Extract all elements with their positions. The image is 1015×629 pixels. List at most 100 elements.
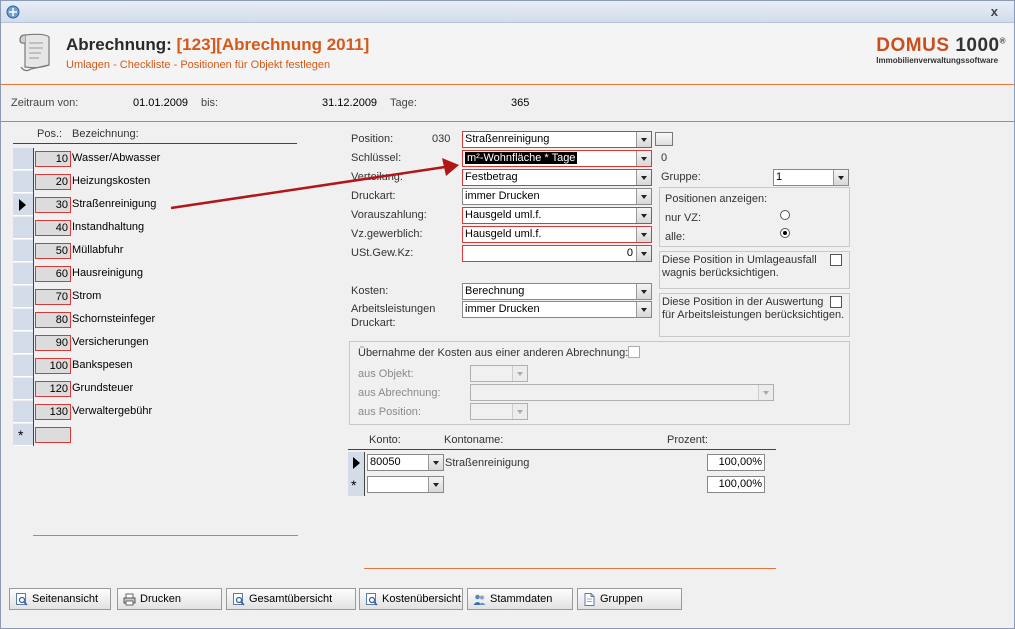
row-bezeichnung[interactable]: Hausreinigung bbox=[72, 267, 143, 279]
row-selector-current[interactable] bbox=[13, 194, 33, 216]
kostenuebersicht-button[interactable]: Kostenübersicht bbox=[359, 588, 463, 610]
row-bezeichnung[interactable]: Schornsteinfeger bbox=[72, 313, 155, 325]
row-bezeichnung[interactable]: Instandhaltung bbox=[72, 221, 144, 233]
table-row[interactable]: 120 Grundsteuer bbox=[13, 378, 297, 400]
table-row[interactable]: 50 Müllabfuhr bbox=[13, 240, 297, 262]
row-selector[interactable] bbox=[13, 355, 33, 377]
arbeitsleistungen-select[interactable]: immer Drucken bbox=[462, 301, 652, 318]
row-selector[interactable] bbox=[13, 263, 33, 285]
umlage-checkbox[interactable] bbox=[830, 254, 842, 266]
table-row[interactable]: 80 Schornsteinfeger bbox=[13, 309, 297, 331]
row-pos[interactable]: 40 bbox=[35, 220, 71, 236]
chevron-down-icon[interactable] bbox=[636, 302, 651, 317]
aus-position-select[interactable] bbox=[470, 403, 528, 420]
chevron-down-icon[interactable] bbox=[636, 227, 651, 242]
row-pos[interactable]: 120 bbox=[35, 381, 71, 397]
chevron-down-icon[interactable] bbox=[758, 385, 773, 400]
chevron-down-icon[interactable] bbox=[636, 246, 651, 261]
row-pos[interactable]: 100 bbox=[35, 358, 71, 374]
drucken-button[interactable]: Drucken bbox=[117, 588, 222, 610]
chevron-down-icon[interactable] bbox=[636, 151, 651, 166]
header: Abrechnung: [123][Abrechnung 2011] Umlag… bbox=[1, 23, 1014, 83]
row-pos[interactable]: 90 bbox=[35, 335, 71, 351]
table-row[interactable]: 60 Hausreinigung bbox=[13, 263, 297, 285]
row-bezeichnung[interactable]: Grundsteuer bbox=[72, 382, 133, 394]
auswertung-checkbox[interactable] bbox=[830, 296, 842, 308]
kosten-select[interactable]: Berechnung bbox=[462, 283, 652, 300]
nur-vz-radio[interactable] bbox=[780, 210, 790, 220]
row-bezeichnung[interactable]: Bankspesen bbox=[72, 359, 133, 371]
row-pos[interactable]: 70 bbox=[35, 289, 71, 305]
row-pos[interactable]: 60 bbox=[35, 266, 71, 282]
vorauszahlung-select[interactable]: Hausgeld uml.f. bbox=[462, 207, 652, 224]
gesamtuebersicht-button[interactable]: Gesamtübersicht bbox=[226, 588, 356, 610]
chevron-down-icon[interactable] bbox=[636, 284, 651, 299]
chevron-down-icon[interactable] bbox=[428, 477, 443, 492]
row-selector[interactable] bbox=[13, 217, 33, 239]
chevron-down-icon[interactable] bbox=[636, 189, 651, 204]
alle-radio[interactable] bbox=[780, 228, 790, 238]
konto-prozent[interactable]: 100,00% bbox=[707, 454, 765, 471]
row-selector[interactable] bbox=[13, 332, 33, 354]
schluessel-select[interactable]: m²-Wohnfläche * Tage bbox=[462, 150, 652, 167]
table-row[interactable]: 100 Bankspesen bbox=[13, 355, 297, 377]
stammdaten-button[interactable]: Stammdaten bbox=[467, 588, 573, 610]
row-pos[interactable]: 80 bbox=[35, 312, 71, 328]
seitenansicht-button[interactable]: Seitenansicht bbox=[9, 588, 111, 610]
ust-select[interactable]: 0 bbox=[462, 245, 652, 262]
row-selector[interactable] bbox=[13, 148, 33, 170]
druckart-select[interactable]: immer Drucken bbox=[462, 188, 652, 205]
row-bezeichnung[interactable]: Wasser/Abwasser bbox=[72, 152, 160, 164]
row-selector[interactable] bbox=[13, 309, 33, 331]
chevron-down-icon[interactable] bbox=[636, 170, 651, 185]
row-pos[interactable]: 20 bbox=[35, 174, 71, 190]
chevron-down-icon[interactable] bbox=[636, 208, 651, 223]
row-pos[interactable]: 50 bbox=[35, 243, 71, 259]
chevron-down-icon[interactable] bbox=[833, 170, 848, 185]
position-select[interactable]: Straßenreinigung bbox=[462, 131, 652, 148]
gruppen-button[interactable]: Gruppen bbox=[577, 588, 682, 610]
row-selector[interactable] bbox=[13, 401, 33, 423]
row-bezeichnung[interactable]: Heizungskosten bbox=[72, 175, 150, 187]
aus-abrechnung-select[interactable] bbox=[470, 384, 774, 401]
table-row[interactable]: 70 Strom bbox=[13, 286, 297, 308]
row-pos-new[interactable] bbox=[35, 427, 71, 443]
row-selector[interactable] bbox=[13, 240, 33, 262]
row-pos[interactable]: 130 bbox=[35, 404, 71, 420]
table-row[interactable]: 130 Verwaltergebühr bbox=[13, 401, 297, 423]
gruppe-select[interactable]: 1 bbox=[773, 169, 849, 186]
vzgewerblich-select[interactable]: Hausgeld uml.f. bbox=[462, 226, 652, 243]
row-pos[interactable]: 30 bbox=[35, 197, 71, 213]
konto-row-selector-new[interactable]: * bbox=[348, 474, 364, 496]
logo-word-a: DOMUS bbox=[876, 35, 950, 56]
position-extra-button[interactable] bbox=[655, 132, 673, 146]
row-bezeichnung[interactable]: Versicherungen bbox=[72, 336, 148, 348]
uebernahme-checkbox[interactable] bbox=[628, 346, 640, 358]
table-row-new[interactable]: * bbox=[13, 424, 297, 446]
chevron-down-icon[interactable] bbox=[428, 455, 443, 470]
chevron-down-icon[interactable] bbox=[512, 366, 527, 381]
row-pos[interactable]: 10 bbox=[35, 151, 71, 167]
row-bezeichnung[interactable]: Strom bbox=[72, 290, 101, 302]
row-bezeichnung[interactable]: Verwaltergebühr bbox=[72, 405, 152, 417]
verteilung-select[interactable]: Festbetrag bbox=[462, 169, 652, 186]
chevron-down-icon[interactable] bbox=[512, 404, 527, 419]
chevron-down-icon[interactable] bbox=[636, 132, 651, 147]
table-row[interactable]: 40 Instandhaltung bbox=[13, 217, 297, 239]
row-selector[interactable] bbox=[13, 378, 33, 400]
row-bezeichnung[interactable]: Müllabfuhr bbox=[72, 244, 123, 256]
konto-row-new[interactable]: * 100,00% bbox=[348, 474, 776, 496]
positions-footer-line bbox=[33, 535, 298, 536]
row-selector-new[interactable]: * bbox=[13, 424, 33, 446]
row-selector[interactable] bbox=[13, 171, 33, 193]
konto-select[interactable]: 80050 bbox=[367, 454, 444, 471]
close-button[interactable]: x bbox=[991, 4, 998, 19]
konto-row-current[interactable]: 80050 Straßenreinigung 100,00% bbox=[348, 452, 776, 474]
table-row[interactable]: 90 Versicherungen bbox=[13, 332, 297, 354]
row-bezeichnung[interactable]: Straßenreinigung bbox=[72, 198, 156, 210]
konto-prozent-new[interactable]: 100,00% bbox=[707, 476, 765, 493]
konto-row-selector[interactable] bbox=[348, 452, 364, 474]
row-selector[interactable] bbox=[13, 286, 33, 308]
aus-objekt-select[interactable] bbox=[470, 365, 528, 382]
konto-select-new[interactable] bbox=[367, 476, 444, 493]
